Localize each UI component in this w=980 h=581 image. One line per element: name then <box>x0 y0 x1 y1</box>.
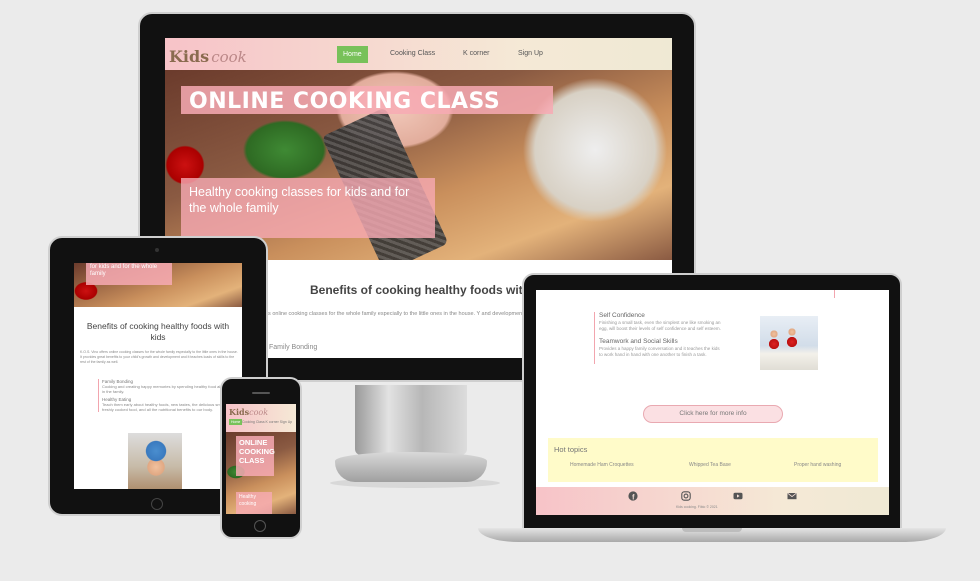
phone-nav-home[interactable]: Home <box>229 419 243 425</box>
list-item: Family Bonding Cooking and creating happy… <box>102 379 238 394</box>
item-text: Cooking and creating happy memories by s… <box>102 384 237 394</box>
facebook-icon[interactable]: f <box>628 491 638 501</box>
nav-sign-up[interactable]: Sign Up <box>518 50 543 57</box>
list-item: Healthy Eating Teach them early about hea… <box>102 397 238 412</box>
phone-speaker <box>252 392 270 394</box>
tablet-hero-text: for kids and for the whole family <box>90 264 158 277</box>
laptop-screen: Self Confidence Finishing a small task, … <box>536 290 889 515</box>
logo-script: cook <box>249 408 269 417</box>
hot-topics-title: Hot topics <box>554 445 588 454</box>
site-logo[interactable]: Kids cook <box>169 47 247 66</box>
desktop-navbar: Kids cook Home Cooking Class K corner Sig… <box>165 38 672 70</box>
phone-nav-links[interactable]: Cooking Class K corner Sign Up <box>242 420 292 424</box>
hot-topic-link[interactable]: Homemade Ham Croquettes <box>570 462 634 468</box>
tablet-benefits-heading: Benefits of cooking healthy foods with k… <box>86 321 230 342</box>
item-text: Teach them early about healthy foods, ne… <box>102 402 230 412</box>
monitor-stand-foot <box>335 452 487 482</box>
kids-cooking-photo <box>760 316 818 370</box>
phone-screen: Kidscook Home Cooking Class K corner Sig… <box>226 404 296 514</box>
email-icon[interactable] <box>787 491 797 501</box>
hero-title: ONLINE COOKING CLASS <box>189 89 501 114</box>
tablet-home-button <box>151 498 163 510</box>
item-title: Teamwork and Social Skills <box>599 338 678 345</box>
divider <box>834 290 835 298</box>
logo-main: Kids <box>229 407 250 417</box>
copyright-text: Kids cooking. Fibio © 2021 <box>676 505 718 509</box>
phone-logo[interactable]: Kidscook <box>229 407 268 417</box>
hot-topics-panel <box>548 438 878 482</box>
item-text: Provides a happy family conversation and… <box>599 346 720 357</box>
benefit-family-bonding: Family Bonding <box>269 344 318 351</box>
item-title: Self Confidence <box>599 312 645 319</box>
nav-k-corner[interactable]: K corner <box>463 50 489 57</box>
nav-home[interactable]: Home <box>337 46 368 63</box>
laptop-benefits-list: Self Confidence Finishing a small task, … <box>594 312 724 364</box>
instagram-icon[interactable] <box>681 491 691 501</box>
list-item: Teamwork and Social Skills Provides a ha… <box>599 338 724 358</box>
hot-topic-link[interactable]: Proper hand washing <box>794 462 841 468</box>
tablet-benefits-list: Family Bonding Cooking and creating happy… <box>98 379 238 412</box>
phone-hero-subtitle: Healthy cooking <box>239 494 257 507</box>
more-info-button[interactable]: Click here for more info <box>643 405 783 423</box>
youtube-icon[interactable] <box>733 491 743 501</box>
list-item: Self Confidence Finishing a small task, … <box>599 312 724 332</box>
nav-cooking-class[interactable]: Cooking Class <box>390 50 435 57</box>
phone-home-button <box>254 520 266 532</box>
tablet-camera <box>155 248 159 252</box>
benefits-heading: Benefits of cooking healthy foods with k… <box>310 283 558 297</box>
tablet-chef-kid-photo <box>128 433 182 489</box>
laptop-notch <box>682 528 742 532</box>
tablet-screen: for kids and for the whole family Benefi… <box>74 263 242 489</box>
monitor-stand-neck <box>355 385 467 455</box>
logo-main: Kids <box>169 47 210 66</box>
hot-topic-link[interactable]: Whipped Tea Base <box>689 462 731 468</box>
site-footer <box>536 487 889 515</box>
item-text: Finishing a small task, even the simples… <box>599 320 721 331</box>
phone-hero-title: ONLINE COOKING CLASS <box>239 438 275 465</box>
hero-subtitle: Healthy cooking classes for kids and for… <box>189 185 410 215</box>
tablet-benefits-text: K.O.S. Vino offers online cooking classe… <box>80 350 238 364</box>
logo-script: cook <box>211 48 247 66</box>
